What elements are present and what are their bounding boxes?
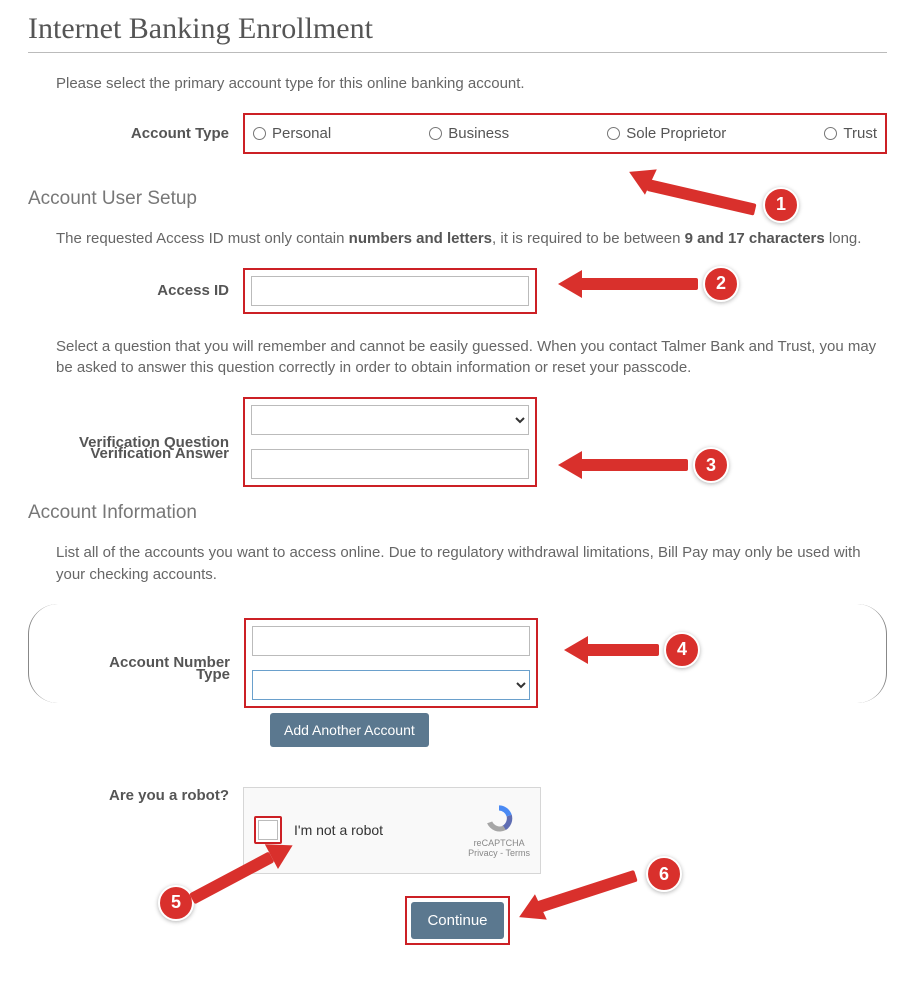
verify-answer-input[interactable] — [251, 449, 529, 479]
section-account-info-heading: Account Information — [28, 502, 887, 524]
intro-text: Please select the primary account type f… — [28, 73, 887, 95]
access-id-highlight — [243, 268, 537, 314]
t: The requested Access ID must only contai… — [56, 230, 349, 247]
annotation-badge-2: 2 — [703, 266, 739, 302]
verify-highlight — [243, 397, 537, 487]
captcha-checkbox[interactable] — [254, 816, 282, 844]
captcha-question-label: Are you a robot? — [28, 787, 243, 804]
account-type-business[interactable]: Business — [429, 125, 509, 142]
captcha-row: Are you a robot? I'm not a robot reCAPTC… — [28, 787, 887, 875]
access-id-row: Access ID 2 — [28, 268, 887, 314]
verify-question-row: Verification Question 3 — [28, 397, 887, 487]
captcha-brand-text: reCAPTCHA — [468, 838, 530, 849]
add-account-row: Add Another Account — [270, 713, 887, 747]
account-type-sole-proprietor[interactable]: Sole Proprietor — [607, 125, 726, 142]
account-type-options: Personal Business Sole Proprietor Trust — [243, 113, 887, 154]
t: , it is required to be between — [492, 230, 685, 247]
account-bracket: Account Number 4 Type — [28, 604, 887, 703]
radio-personal[interactable] — [253, 127, 266, 140]
radio-personal-label: Personal — [272, 125, 331, 142]
account-info-instruction: List all of the accounts you want to acc… — [28, 542, 887, 586]
access-id-label: Access ID — [28, 282, 243, 299]
radio-trust-label: Trust — [843, 125, 877, 142]
continue-highlight: Continue — [405, 896, 509, 945]
continue-row: Continue 6 — [28, 896, 887, 945]
account-number-label: Account Number — [29, 654, 244, 671]
radio-sole-proprietor[interactable] — [607, 127, 620, 140]
verify-question-select[interactable] — [251, 405, 529, 435]
captcha-widget: I'm not a robot reCAPTCHA Privacy - Term… — [243, 787, 541, 875]
account-type-select[interactable] — [252, 670, 530, 700]
annotation-badge-3: 3 — [693, 447, 729, 483]
continue-button[interactable]: Continue — [411, 902, 503, 939]
radio-business[interactable] — [429, 127, 442, 140]
account-type-row: Account Type Personal Business Sole Prop… — [28, 113, 887, 154]
t: long. — [825, 230, 862, 247]
radio-business-label: Business — [448, 125, 509, 142]
captcha-brand: reCAPTCHA Privacy - Terms — [468, 802, 530, 860]
account-number-input[interactable] — [252, 626, 530, 656]
account-type-personal[interactable]: Personal — [253, 125, 331, 142]
access-id-instruction: The requested Access ID must only contai… — [28, 228, 887, 250]
title-divider — [28, 52, 887, 53]
recaptcha-icon — [482, 802, 516, 836]
t: 9 and 17 characters — [685, 230, 825, 247]
radio-sole-proprietor-label: Sole Proprietor — [626, 125, 726, 142]
account-type-label: Account Type — [28, 125, 243, 142]
radio-trust[interactable] — [824, 127, 837, 140]
verify-instruction: Select a question that you will remember… — [28, 336, 887, 380]
account-highlight — [244, 618, 538, 708]
access-id-input[interactable] — [251, 276, 529, 306]
account-type-trust[interactable]: Trust — [824, 125, 877, 142]
account-number-row: Account Number 4 — [29, 618, 886, 708]
captcha-checkbox-label: I'm not a robot — [294, 822, 383, 838]
verification-group: Verification Question 3 Verification Ans… — [28, 397, 887, 462]
annotation-badge-4: 4 — [664, 632, 700, 668]
section-user-setup-heading: Account User Setup — [28, 188, 887, 210]
add-another-account-button[interactable]: Add Another Account — [270, 713, 429, 747]
page-title: Internet Banking Enrollment — [28, 12, 887, 46]
t: numbers and letters — [349, 230, 492, 247]
verify-question-label: Verification Question — [28, 434, 243, 451]
captcha-legal: Privacy - Terms — [468, 848, 530, 859]
